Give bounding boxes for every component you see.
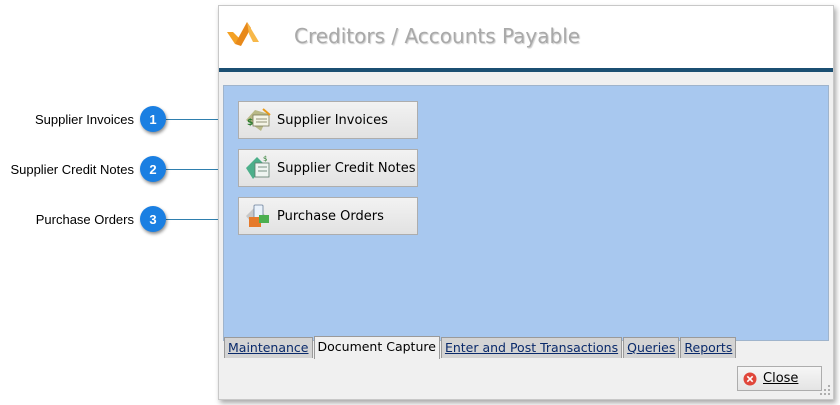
svg-text:$: $ — [263, 155, 267, 163]
close-button[interactable]: Close — [737, 366, 822, 391]
window-header: Creditors / Accounts Payable — [219, 6, 833, 68]
tab-reports[interactable]: Reports — [680, 337, 737, 358]
window-title: Creditors / Accounts Payable — [294, 24, 581, 48]
callout-badge: 2 — [140, 156, 166, 182]
callout-badge: 1 — [140, 106, 166, 132]
button-label: Purchase Orders — [277, 208, 384, 224]
credit-note-icon: $ — [246, 155, 270, 179]
tab-enter-and-post-transactions[interactable]: Enter and Post Transactions — [440, 337, 623, 358]
callout-label: Supplier Invoices — [35, 112, 134, 127]
callout-badge: 3 — [140, 206, 166, 232]
tab-queries[interactable]: Queries — [623, 337, 680, 358]
supplier-credit-notes-button[interactable]: $ Supplier Credit Notes — [238, 149, 418, 187]
close-button-label: Close — [763, 371, 799, 386]
header-accent-bar — [219, 68, 833, 72]
button-label: Supplier Invoices — [277, 112, 388, 128]
button-label: Supplier Credit Notes — [277, 160, 416, 176]
supplier-invoices-button[interactable]: $ Supplier Invoices — [238, 101, 418, 139]
tab-bar: Maintenance Document Capture Enter and P… — [224, 336, 737, 359]
resize-grip-icon[interactable] — [819, 384, 831, 396]
company-logo-icon — [227, 22, 259, 46]
close-circle-icon — [743, 372, 757, 385]
svg-text:$: $ — [247, 118, 253, 128]
purchase-orders-button[interactable]: Purchase Orders — [238, 197, 418, 235]
tab-maintenance[interactable]: Maintenance — [224, 337, 313, 358]
callout-label: Purchase Orders — [35, 212, 134, 227]
tab-document-capture[interactable]: Document Capture — [313, 336, 440, 359]
app-window: Creditors / Accounts Payable $ Supplier … — [218, 5, 834, 400]
document-capture-panel: $ Supplier Invoices $ Supplier Credit No… — [223, 85, 829, 341]
invoice-icon: $ — [246, 108, 271, 131]
callout-label: Supplier Credit Notes — [10, 162, 134, 177]
purchase-order-icon — [246, 204, 269, 227]
